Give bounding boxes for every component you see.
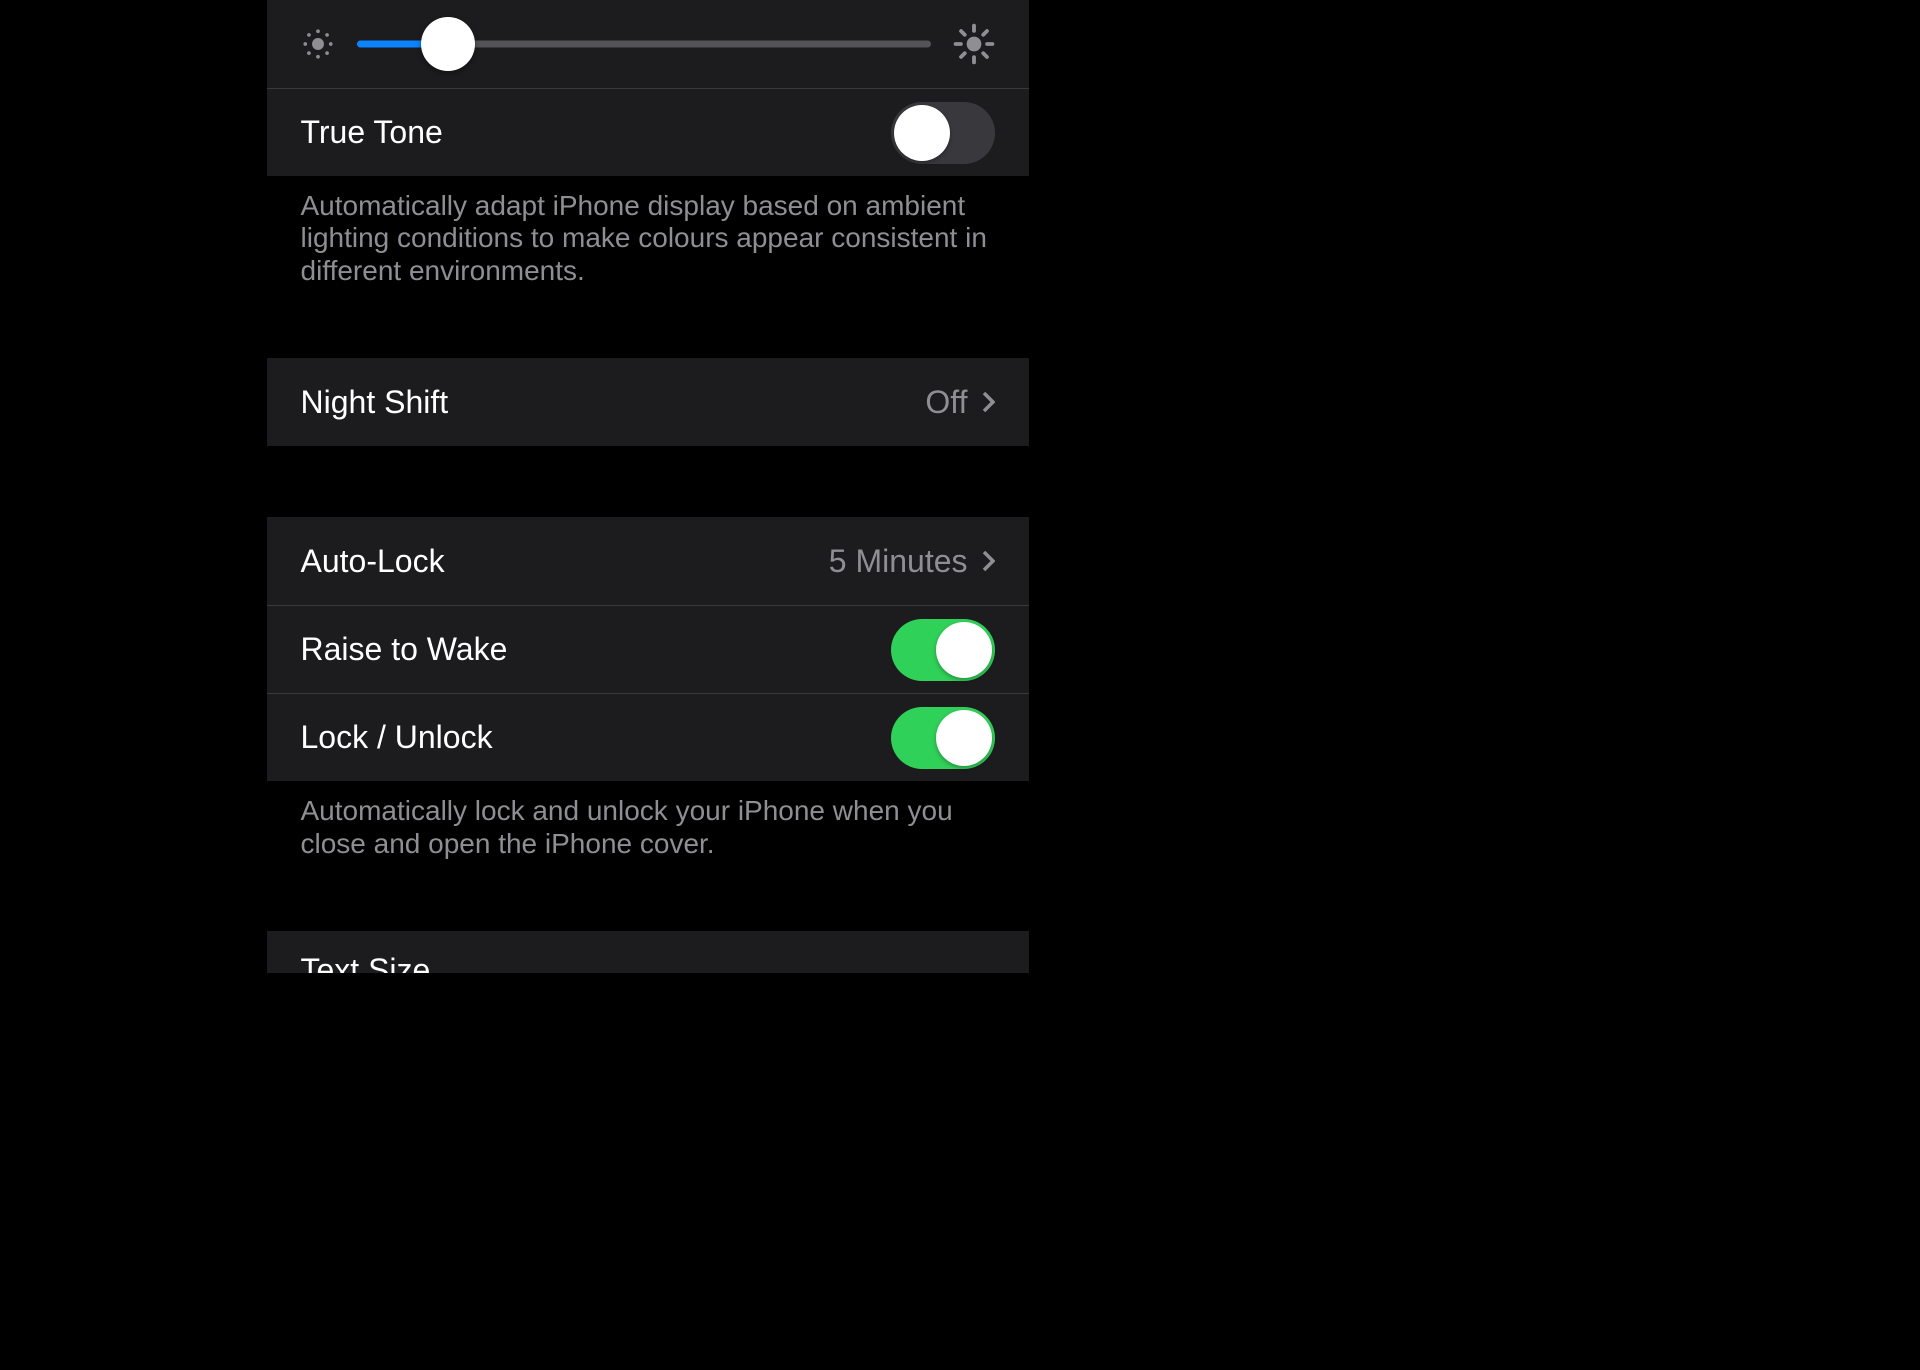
auto-lock-right: 5 Minutes xyxy=(829,543,995,580)
text-size-section: Text Size xyxy=(267,931,1029,973)
auto-lock-label: Auto-Lock xyxy=(301,543,445,580)
true-tone-label: True Tone xyxy=(301,114,443,151)
toggle-knob xyxy=(894,105,950,161)
raise-to-wake-row[interactable]: Raise to Wake xyxy=(267,605,1029,693)
true-tone-description: Automatically adapt iPhone display based… xyxy=(267,176,1029,287)
toggle-knob xyxy=(936,710,992,766)
raise-to-wake-toggle[interactable] xyxy=(891,619,995,681)
text-size-label: Text Size xyxy=(301,952,431,973)
chevron-right-icon xyxy=(982,391,995,413)
night-shift-value: Off xyxy=(925,384,967,421)
brightness-slider-row xyxy=(267,0,1029,88)
lock-unlock-toggle[interactable] xyxy=(891,707,995,769)
auto-lock-row[interactable]: Auto-Lock 5 Minutes xyxy=(267,517,1029,605)
night-shift-row[interactable]: Night Shift Off xyxy=(267,358,1029,446)
brightness-section: True Tone xyxy=(267,0,1029,176)
night-shift-label: Night Shift xyxy=(301,384,449,421)
lock-unlock-row[interactable]: Lock / Unlock xyxy=(267,693,1029,781)
brightness-low-icon xyxy=(301,27,335,61)
night-shift-section: Night Shift Off xyxy=(267,358,1029,446)
auto-lock-value: 5 Minutes xyxy=(829,543,968,580)
brightness-slider-thumb[interactable] xyxy=(421,17,475,71)
lock-section: Auto-Lock 5 Minutes Raise to Wake Lock /… xyxy=(267,517,1029,781)
true-tone-toggle[interactable] xyxy=(891,102,995,164)
raise-to-wake-label: Raise to Wake xyxy=(301,631,508,668)
brightness-high-icon xyxy=(953,23,995,65)
brightness-slider[interactable] xyxy=(357,17,931,71)
chevron-right-icon xyxy=(982,550,995,572)
lock-unlock-description: Automatically lock and unlock your iPhon… xyxy=(267,781,1029,860)
toggle-knob xyxy=(936,622,992,678)
true-tone-row[interactable]: True Tone xyxy=(267,88,1029,176)
lock-unlock-label: Lock / Unlock xyxy=(301,719,493,756)
night-shift-right: Off xyxy=(925,384,994,421)
display-settings-panel: True Tone Automatically adapt iPhone dis… xyxy=(267,0,1029,973)
text-size-row[interactable]: Text Size xyxy=(267,931,1029,973)
